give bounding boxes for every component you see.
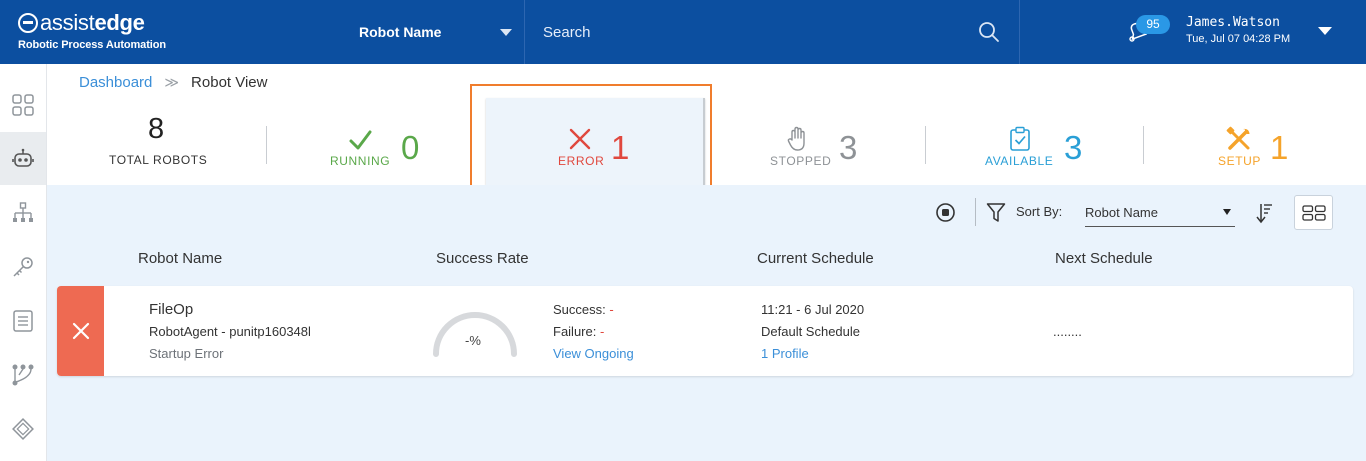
- stat-total-value: 8: [148, 113, 165, 145]
- robot-row[interactable]: FileOp RobotAgent - punitp160348l Startu…: [57, 286, 1353, 376]
- diamond-icon: [12, 417, 34, 440]
- close-icon: [72, 322, 89, 340]
- stat-divider: [1143, 126, 1144, 164]
- current-schedule-time: 11:21 - 6 Jul 2020: [761, 302, 865, 317]
- toolbar-divider: [975, 198, 976, 226]
- stat-error[interactable]: ERROR 1: [487, 96, 705, 185]
- chevron-down-icon: [500, 29, 512, 36]
- robot-select-value: Robot Name: [359, 24, 442, 40]
- stat-running-value: 0: [401, 129, 420, 166]
- search-input[interactable]: [543, 20, 963, 44]
- list-view-icon: [1301, 204, 1326, 221]
- stat-setup-value: 1: [1270, 129, 1289, 166]
- view-ongoing-link[interactable]: View Ongoing: [553, 346, 634, 361]
- logo-subtitle: Robotic Process Automation: [18, 39, 166, 51]
- current-schedule-name: Default Schedule: [761, 324, 861, 339]
- column-header-next-schedule[interactable]: Next Schedule: [1055, 250, 1153, 267]
- column-header-success-rate[interactable]: Success Rate: [436, 250, 529, 267]
- success-rate-value: -%: [465, 333, 481, 348]
- sidebar-item-hierarchy[interactable]: [0, 186, 46, 239]
- stat-available[interactable]: AVAILABLE 3: [927, 96, 1145, 185]
- column-header-current-schedule[interactable]: Current Schedule: [757, 250, 874, 267]
- sidebar-item-integrations[interactable]: [0, 402, 46, 455]
- breadcrumb-separator: ≫: [164, 74, 180, 90]
- stat-stopped[interactable]: STOPPED 3: [707, 96, 925, 185]
- workflow-icon: [12, 364, 34, 385]
- failure-count: Failure: -: [553, 324, 604, 339]
- user-datetime: Tue, Jul 07 04:28 PM: [1186, 33, 1291, 45]
- error-status-marker: [57, 286, 104, 376]
- breadcrumb: Dashboard ≫ Robot View: [79, 74, 267, 91]
- sort-by-value: Robot Name: [1085, 204, 1158, 220]
- sidebar-item-credentials[interactable]: [0, 240, 46, 293]
- success-value: -: [609, 302, 614, 317]
- stat-stopped-value: 3: [839, 129, 858, 166]
- clipboard-check-icon: [1010, 126, 1030, 151]
- logo-word-light: assist: [40, 10, 95, 35]
- success-count: Success: -: [553, 302, 614, 317]
- robot-agent: RobotAgent - punitp160348l: [149, 324, 311, 339]
- logo-mark-icon: [18, 13, 38, 33]
- app-logo[interactable]: assist edge Robotic Process Automation: [18, 10, 166, 51]
- stat-available-value: 3: [1064, 129, 1083, 166]
- caret-down-icon: [1223, 209, 1231, 215]
- checkmark-icon: [349, 130, 372, 150]
- search-icon[interactable]: [977, 20, 1001, 44]
- stat-divider: [925, 126, 926, 164]
- key-icon: [13, 256, 33, 277]
- robot-name[interactable]: FileOp: [149, 301, 193, 318]
- stat-total-robots[interactable]: 8 TOTAL ROBOTS: [47, 96, 265, 185]
- search-box: [524, 0, 1020, 64]
- notification-count-badge[interactable]: 95: [1136, 15, 1170, 34]
- stat-available-label: AVAILABLE: [985, 154, 1054, 168]
- stop-circle-icon[interactable]: [935, 202, 956, 223]
- failure-label: Failure:: [553, 324, 597, 339]
- error-x-icon: [569, 128, 591, 150]
- sidebar: [0, 64, 47, 461]
- sort-by-label: Sort By:: [1016, 204, 1063, 219]
- stat-setup-label: SETUP: [1218, 154, 1262, 168]
- failure-value: -: [599, 324, 605, 339]
- stat-setup[interactable]: SETUP 1: [1147, 96, 1366, 185]
- breadcrumb-current: Robot View: [191, 74, 268, 91]
- user-menu-chevron-icon[interactable]: [1318, 27, 1332, 35]
- stop-hand-icon: [787, 126, 805, 151]
- profile-link[interactable]: 1 Profile: [761, 346, 809, 361]
- logo-word-bold: edge: [94, 10, 145, 35]
- stat-error-value: 1: [611, 129, 630, 166]
- user-menu[interactable]: James.Watson Tue, Jul 07 04:28 PM: [1186, 15, 1290, 45]
- robot-name-select[interactable]: Robot Name: [340, 0, 524, 64]
- sidebar-item-logs[interactable]: [0, 294, 46, 347]
- column-header-robot-name[interactable]: Robot Name: [138, 250, 222, 267]
- robot-icon: [12, 148, 34, 167]
- app-header: assist edge Robotic Process Automation Ro…: [0, 0, 1366, 64]
- stat-stopped-label: STOPPED: [770, 154, 832, 168]
- robot-status-text: Startup Error: [149, 346, 224, 361]
- hierarchy-icon: [13, 201, 33, 222]
- view-toggle-button[interactable]: [1294, 195, 1333, 230]
- robot-stats-bar: 8 TOTAL ROBOTS RUNNING 0 ERROR 1 STOPPED…: [47, 96, 1366, 185]
- sort-order-icon[interactable]: [1254, 202, 1274, 224]
- success-label: Success:: [553, 302, 606, 317]
- stat-running-label: RUNNING: [330, 154, 391, 168]
- success-rate-gauge: [433, 312, 517, 357]
- breadcrumb-dashboard-link[interactable]: Dashboard: [79, 74, 152, 91]
- sidebar-item-workflow[interactable]: [0, 348, 46, 401]
- stat-total-label: TOTAL ROBOTS: [109, 153, 208, 167]
- stat-running[interactable]: RUNNING 0: [267, 96, 485, 185]
- filter-icon[interactable]: [986, 202, 1006, 224]
- stat-error-label: ERROR: [558, 154, 605, 168]
- sidebar-item-robots[interactable]: [0, 132, 46, 185]
- sidebar-item-dashboard[interactable]: [0, 78, 46, 131]
- user-name: James.Watson: [1186, 15, 1280, 30]
- sort-by-select[interactable]: Robot Name: [1085, 198, 1235, 227]
- document-list-icon: [13, 309, 33, 332]
- tools-icon: [1226, 126, 1250, 150]
- dashboard-grid-icon: [12, 93, 34, 116]
- next-schedule: ........: [1053, 324, 1082, 339]
